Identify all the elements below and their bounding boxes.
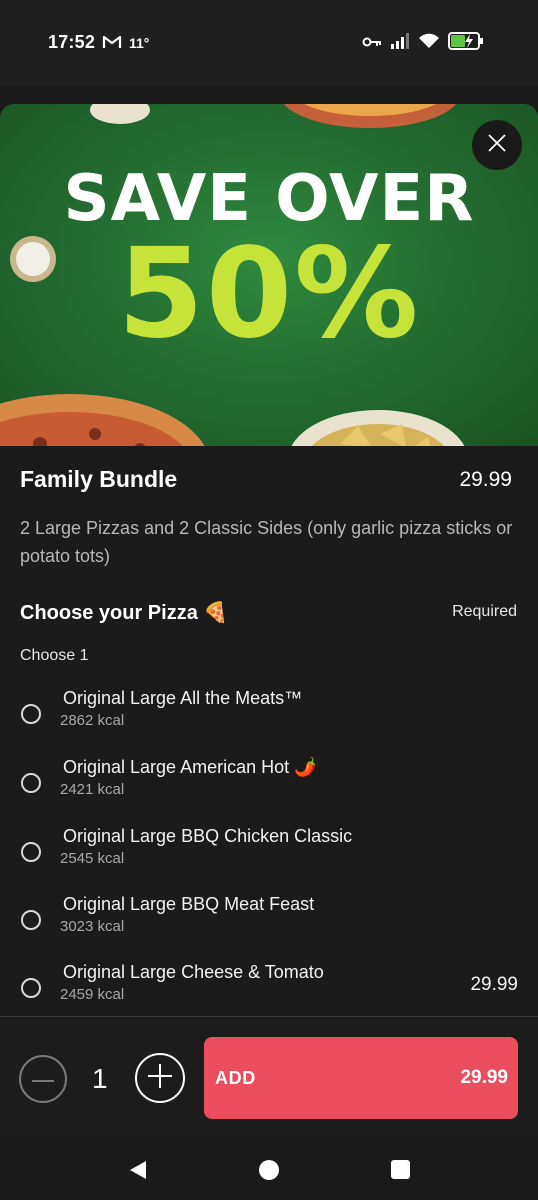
pizza-option[interactable]: Original Large American Hot 🌶️ 2421 kcal: [0, 757, 538, 817]
home-icon[interactable]: [258, 1159, 280, 1186]
gmail-icon: [102, 34, 122, 55]
wifi-icon: [418, 33, 440, 54]
battery-icon: [448, 32, 488, 55]
option-kcal: 3023 kcal: [60, 918, 125, 935]
option-name: Original Large All the Meats™: [63, 688, 303, 708]
option-kcal: 2421 kcal: [60, 781, 125, 798]
option-kcal: 2862 kcal: [60, 712, 125, 729]
option-kcal: 2459 kcal: [60, 986, 125, 1003]
option-kcal: 2545 kcal: [60, 850, 125, 867]
status-bar: 17:52 11°: [0, 0, 538, 86]
signal-icon: [390, 33, 410, 54]
pizza-option[interactable]: Original Large Cheese & Tomato 2459 kcal…: [0, 962, 538, 1022]
add-button-price: 29.99: [460, 1067, 508, 1088]
pizza-option[interactable]: Original Large All the Meats™ 2862 kcal: [0, 688, 538, 748]
decrease-quantity-button[interactable]: [19, 1055, 67, 1103]
option-name: Original Large Cheese & Tomato: [63, 962, 324, 982]
status-temperature: 11°: [129, 35, 150, 51]
plus-icon: [148, 1063, 172, 1093]
add-to-cart-bar: 1 ADD 29.99: [0, 1016, 538, 1137]
radio-button[interactable]: [21, 704, 41, 724]
radio-button[interactable]: [21, 773, 41, 793]
close-icon: [488, 133, 506, 157]
increase-quantity-button[interactable]: [135, 1053, 185, 1103]
product-description: 2 Large Pizzas and 2 Classic Sides (only…: [20, 518, 513, 566]
radio-button[interactable]: [21, 910, 41, 930]
status-time: 17:52: [48, 32, 96, 52]
close-button[interactable]: [472, 120, 522, 170]
option-name: Original Large BBQ Chicken Classic: [63, 826, 353, 846]
quantity-value: 1: [92, 1063, 108, 1094]
add-button-label: ADD: [215, 1067, 256, 1088]
option-name: Original Large BBQ Meat Feast: [63, 894, 315, 914]
required-label: Required: [452, 603, 517, 620]
vpn-key-icon: [362, 35, 382, 53]
option-name: Original Large American Hot 🌶️: [63, 757, 317, 777]
recents-icon[interactable]: [391, 1160, 410, 1184]
pizza-option[interactable]: Original Large BBQ Chicken Classic 2545 …: [0, 826, 538, 886]
product-title: Family Bundle: [20, 466, 178, 492]
minus-icon: [32, 1070, 54, 1088]
option-price: 29.99: [470, 974, 518, 995]
product-price: 29.99: [459, 468, 512, 491]
back-icon[interactable]: [128, 1160, 148, 1185]
radio-button[interactable]: [21, 978, 41, 998]
banner-discount: 50%: [117, 222, 421, 366]
add-button[interactable]: ADD 29.99: [204, 1037, 518, 1119]
status-icons: [362, 32, 488, 55]
section-title: Choose your Pizza 🍕: [20, 602, 229, 624]
choose-count-label: Choose 1: [20, 647, 89, 664]
system-navigation-bar: [0, 1136, 538, 1200]
radio-button[interactable]: [21, 842, 41, 862]
pizza-option[interactable]: Original Large BBQ Meat Feast 3023 kcal: [0, 894, 538, 954]
promo-banner: SAVE OVER 50%: [0, 104, 538, 446]
